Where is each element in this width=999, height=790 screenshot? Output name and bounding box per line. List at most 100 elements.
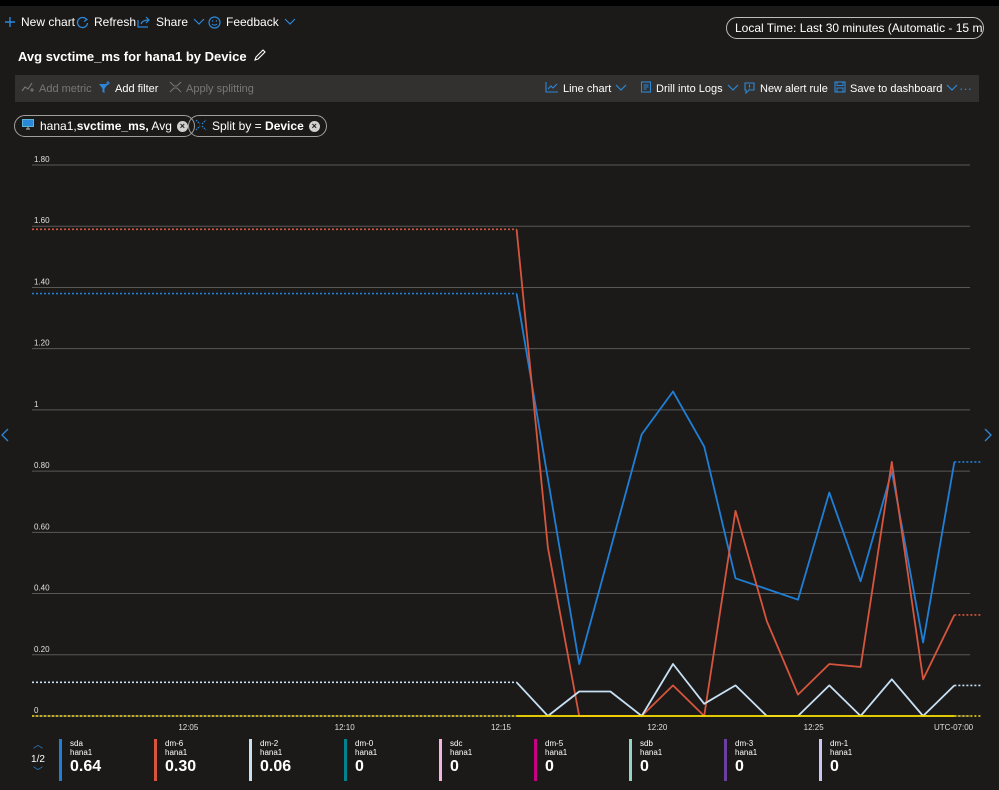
legend-pager: ︿ 1/2 ﹀ [28, 741, 48, 778]
feedback-button[interactable]: Feedback [208, 13, 296, 31]
apply-splitting-label: Apply splitting [186, 82, 254, 95]
chart-title: Avg svctime_ms for hana1 by Device [18, 48, 247, 64]
line-chart-icon [545, 81, 559, 96]
split-icon [195, 119, 207, 134]
x-tick-label: 12:10 [335, 723, 356, 732]
legend-up-icon[interactable]: ︿ [28, 741, 48, 751]
legend-value: 0.64 [70, 758, 102, 775]
split-pill[interactable]: Split by = Device × [188, 115, 327, 137]
chevron-down-icon [193, 18, 205, 26]
chevron-down-icon [946, 83, 958, 95]
timezone-label: UTC-07:00 [934, 723, 974, 732]
chart-toolbar: Add metric Add filter Apply splitting Li… [15, 75, 979, 102]
save-icon [834, 81, 846, 96]
splitting-icon [169, 81, 182, 96]
chevron-down-icon [615, 83, 627, 95]
smiley-icon [208, 15, 221, 29]
legend-series-name: sdb [640, 739, 653, 748]
chart-gridlines [32, 164, 970, 717]
x-tick-label: 12:25 [804, 723, 825, 732]
legend-resource: hana1 [260, 748, 283, 757]
legend-item[interactable]: dm-6 hana1 0.30 [154, 739, 196, 781]
legend-resource: hana1 [165, 748, 188, 757]
legend-series-name: dm-5 [545, 739, 564, 748]
x-tick-label: 12:15 [491, 723, 512, 732]
legend-item[interactable]: sdb hana1 0 [629, 739, 662, 781]
alert-bell-icon [743, 81, 756, 97]
legend-value: 0.30 [165, 758, 197, 775]
more-options-button[interactable]: ··· [959, 80, 972, 97]
y-tick-label: 0.40 [34, 584, 50, 593]
line-chart-label: Line chart [563, 82, 612, 95]
legend-resource: hana1 [735, 748, 758, 757]
y-tick-label: 1 [34, 400, 39, 409]
legend-series-name: dm-2 [260, 739, 279, 748]
legend-item[interactable]: sdc hana1 0 [439, 739, 472, 781]
drill-into-logs-label: Drill into Logs [656, 82, 723, 95]
new-chart-label: New chart [21, 15, 76, 29]
metric-name: svctime_ms, [76, 119, 149, 133]
legend-series-name: dm-6 [165, 739, 184, 748]
series-line-dm-6[interactable] [515, 229, 956, 717]
line-chart: 0 0.20 0.40 0.60 0.80 1 1.20 1.40 1.60 1.80 12:05 1… [32, 155, 983, 732]
share-icon [137, 16, 151, 28]
legend-item[interactable]: dm-0 hana1 0 [344, 739, 377, 781]
new-alert-rule-label: New alert rule [760, 82, 828, 95]
y-tick-label: 0.20 [34, 645, 50, 654]
legend-resource: hana1 [355, 748, 378, 757]
split-value: Device [265, 119, 304, 133]
y-tick-label: 0.80 [34, 461, 50, 470]
legend-value: 0 [450, 758, 459, 775]
refresh-button[interactable]: Refresh [76, 13, 136, 31]
pencil-icon[interactable] [253, 48, 267, 65]
legend-resource: hana1 [830, 748, 853, 757]
legend-item[interactable]: dm-2 hana1 0.06 [249, 739, 291, 781]
legend-value: 0 [640, 758, 649, 775]
legend-value: 0.06 [260, 758, 292, 775]
time-range-picker[interactable]: Local Time: Last 30 minutes (Automatic -… [726, 17, 984, 39]
x-tick-label: 12:05 [178, 723, 199, 732]
legend-item[interactable]: sda hana1 0.64 [59, 739, 101, 781]
y-tick-label: 1.20 [34, 339, 50, 348]
add-metric-label: Add metric [39, 82, 92, 95]
metric-pill[interactable]: hana1,svctime_ms, Avg × [14, 115, 195, 137]
chart-title-row: Avg svctime_ms for hana1 by Device [18, 46, 267, 66]
series-line-dm-2[interactable] [515, 663, 956, 717]
plus-icon [4, 16, 16, 28]
legend-item[interactable]: dm-5 hana1 0 [534, 739, 567, 781]
x-tick-label: 12:20 [647, 723, 668, 732]
legend-item[interactable]: dm-3 hana1 0 [724, 739, 757, 781]
add-filter-button[interactable]: Add filter [97, 80, 158, 97]
logs-icon [640, 81, 652, 96]
chevron-down-icon [727, 83, 739, 95]
legend-item[interactable]: dm-1 hana1 0 [819, 739, 852, 781]
new-alert-rule-button[interactable]: New alert rule [743, 80, 828, 97]
chart-legend: ︿ 1/2 ﹀ sda hana1 0.64 dm-6 hana1 0.30 dm-2 han… [0, 735, 999, 790]
legend-value: 0 [545, 758, 554, 775]
filter-icon [97, 80, 111, 97]
new-chart-button[interactable]: New chart [4, 13, 75, 31]
legend-series-name: dm-3 [735, 739, 754, 748]
legend-series-name: dm-0 [355, 739, 374, 748]
apply-splitting-button[interactable]: Apply splitting [169, 80, 254, 97]
vm-icon [21, 118, 35, 134]
share-label: Share [156, 15, 189, 29]
drill-into-logs-dropdown[interactable]: Drill into Logs [640, 80, 739, 97]
remove-split-icon[interactable]: × [308, 120, 320, 132]
save-to-dashboard-dropdown[interactable]: Save to dashboard [834, 80, 958, 97]
save-to-dashboard-label: Save to dashboard [850, 82, 943, 95]
add-metric-button[interactable]: Add metric [21, 80, 92, 97]
y-tick-label: 0 [34, 706, 39, 715]
legend-value: 0 [830, 758, 839, 775]
remove-metric-icon[interactable]: × [176, 120, 188, 132]
legend-down-icon[interactable]: ﹀ [28, 768, 48, 778]
line-chart-dropdown[interactable]: Line chart [545, 80, 627, 97]
window-top-strip [0, 0, 999, 6]
command-bar: New chart Refresh Share Feedback Local T… [0, 8, 999, 39]
add-filter-label: Add filter [115, 82, 159, 95]
feedback-label: Feedback [226, 15, 279, 29]
legend-series-name: sda [70, 739, 83, 748]
share-button[interactable]: Share [137, 13, 205, 31]
y-tick-label: 1.80 [34, 155, 50, 164]
legend-series-name: dm-1 [830, 739, 849, 748]
